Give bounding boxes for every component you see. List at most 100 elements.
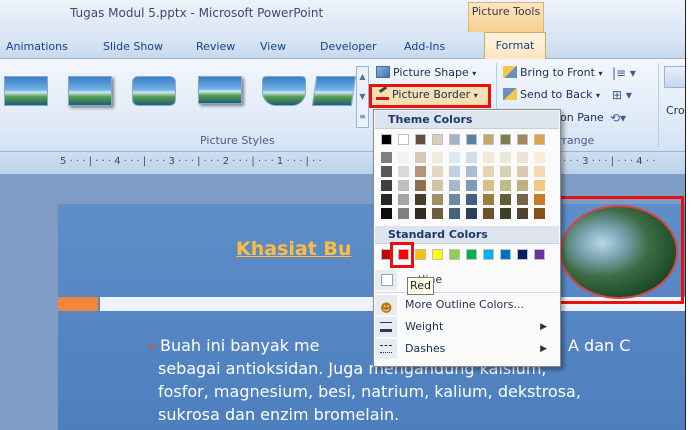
theme-shade-swatch[interactable] bbox=[398, 152, 409, 163]
theme-shade-swatch[interactable] bbox=[432, 166, 443, 177]
bring-to-front-button[interactable]: Bring to Front ▾ bbox=[503, 66, 602, 79]
weight-item[interactable]: Weight ▶ bbox=[375, 317, 559, 337]
theme-shade-swatch[interactable] bbox=[381, 152, 392, 163]
theme-shade-swatch[interactable] bbox=[483, 208, 494, 219]
theme-shade-swatch[interactable] bbox=[381, 180, 392, 191]
theme-shade-swatch[interactable] bbox=[466, 180, 477, 191]
chevron-up-icon[interactable]: ▲ bbox=[357, 67, 368, 87]
standard-color-swatch[interactable] bbox=[449, 249, 460, 260]
theme-shade-swatch[interactable] bbox=[432, 180, 443, 191]
tab-format[interactable]: Format bbox=[484, 32, 546, 59]
theme-shade-swatch[interactable] bbox=[466, 208, 477, 219]
theme-shade-swatch[interactable] bbox=[534, 208, 545, 219]
group-icon[interactable]: ⊞ ▾ bbox=[612, 88, 632, 102]
theme-shade-swatch[interactable] bbox=[415, 208, 426, 219]
theme-shade-swatch[interactable] bbox=[500, 180, 511, 191]
picture-style-thumb-5[interactable] bbox=[262, 76, 306, 106]
theme-shade-swatch[interactable] bbox=[466, 166, 477, 177]
gallery-more-icon[interactable]: ≡ bbox=[357, 107, 368, 127]
slide-title[interactable]: Khasiat Bu bbox=[236, 238, 351, 260]
standard-color-swatch[interactable] bbox=[517, 249, 528, 260]
standard-color-swatch[interactable] bbox=[483, 249, 494, 260]
theme-shade-swatch[interactable] bbox=[534, 166, 545, 177]
tab-slide-show[interactable]: Slide Show bbox=[103, 40, 163, 53]
theme-shade-swatch[interactable] bbox=[449, 166, 460, 177]
more-outline-colors-item[interactable]: ☻ More Outline Colors... bbox=[375, 295, 559, 315]
standard-color-swatch[interactable] bbox=[466, 249, 477, 260]
chevron-down-icon[interactable]: ▼ bbox=[357, 87, 368, 107]
theme-shade-swatch[interactable] bbox=[517, 208, 528, 219]
theme-shade-swatch[interactable] bbox=[517, 194, 528, 205]
picture-border-button[interactable]: Picture Border ▾ bbox=[376, 85, 478, 101]
theme-shade-swatch[interactable] bbox=[381, 166, 392, 177]
picture-style-thumb-3[interactable] bbox=[132, 76, 176, 106]
theme-shade-swatch[interactable] bbox=[534, 194, 545, 205]
align-icon[interactable]: |≡ ▾ bbox=[612, 66, 636, 80]
crop-button[interactable]: Cro bbox=[666, 104, 685, 117]
no-outline-item[interactable]: utline bbox=[375, 270, 559, 290]
theme-shade-swatch[interactable] bbox=[415, 194, 426, 205]
theme-color-swatch[interactable] bbox=[466, 134, 477, 145]
theme-color-swatch[interactable] bbox=[534, 134, 545, 145]
tab-animations[interactable]: Animations bbox=[6, 40, 68, 53]
crop-icon[interactable] bbox=[664, 66, 686, 88]
selection-pane-button[interactable]: on Pane bbox=[560, 111, 604, 124]
slide-body-line-1[interactable]: Buah ini banyak me bbox=[160, 336, 319, 355]
standard-color-swatch[interactable] bbox=[432, 249, 443, 260]
theme-shade-swatch[interactable] bbox=[398, 180, 409, 191]
theme-shade-swatch[interactable] bbox=[466, 152, 477, 163]
theme-shade-swatch[interactable] bbox=[466, 194, 477, 205]
theme-shade-swatch[interactable] bbox=[517, 166, 528, 177]
slide-body-line-3[interactable]: fosfor, magnesium, besi, natrium, kalium… bbox=[158, 382, 581, 401]
slide-body-line-4[interactable]: sukrosa dan enzim bromelain. bbox=[158, 405, 399, 424]
standard-color-swatch[interactable] bbox=[500, 249, 511, 260]
theme-shade-swatch[interactable] bbox=[415, 152, 426, 163]
theme-color-swatch[interactable] bbox=[483, 134, 494, 145]
send-to-back-button[interactable]: Send to Back ▾ bbox=[503, 88, 600, 101]
tab-review[interactable]: Review bbox=[196, 40, 235, 53]
tab-view[interactable]: View bbox=[260, 40, 286, 53]
theme-color-swatch[interactable] bbox=[415, 134, 426, 145]
picture-style-thumb-2[interactable] bbox=[68, 76, 112, 106]
theme-color-swatch[interactable] bbox=[432, 134, 443, 145]
theme-shade-swatch[interactable] bbox=[432, 208, 443, 219]
theme-color-swatch[interactable] bbox=[517, 134, 528, 145]
theme-shade-swatch[interactable] bbox=[500, 194, 511, 205]
rotate-icon[interactable]: ⟲▾ bbox=[610, 111, 626, 125]
theme-shade-swatch[interactable] bbox=[432, 152, 443, 163]
theme-shade-swatch[interactable] bbox=[432, 194, 443, 205]
theme-shade-swatch[interactable] bbox=[517, 152, 528, 163]
theme-color-swatch[interactable] bbox=[449, 134, 460, 145]
theme-shade-swatch[interactable] bbox=[381, 194, 392, 205]
tab-developer[interactable]: Developer bbox=[320, 40, 377, 53]
theme-shade-swatch[interactable] bbox=[398, 208, 409, 219]
theme-color-swatch[interactable] bbox=[500, 134, 511, 145]
theme-shade-swatch[interactable] bbox=[517, 180, 528, 191]
theme-shade-swatch[interactable] bbox=[500, 152, 511, 163]
picture-style-thumb-1[interactable] bbox=[4, 76, 48, 106]
theme-shade-swatch[interactable] bbox=[483, 180, 494, 191]
picture-style-thumb-4[interactable] bbox=[198, 76, 242, 104]
theme-color-swatch[interactable] bbox=[381, 134, 392, 145]
theme-shade-swatch[interactable] bbox=[500, 208, 511, 219]
theme-color-swatch[interactable] bbox=[398, 134, 409, 145]
theme-shade-swatch[interactable] bbox=[449, 152, 460, 163]
theme-shade-swatch[interactable] bbox=[398, 166, 409, 177]
standard-color-swatch[interactable] bbox=[415, 249, 426, 260]
tab-add-ins[interactable]: Add-Ins bbox=[404, 40, 445, 53]
theme-shade-swatch[interactable] bbox=[483, 152, 494, 163]
theme-shade-swatch[interactable] bbox=[500, 166, 511, 177]
theme-shade-swatch[interactable] bbox=[381, 208, 392, 219]
theme-shade-swatch[interactable] bbox=[449, 180, 460, 191]
slide-body-line-1-end[interactable]: A dan C bbox=[568, 336, 630, 355]
theme-shade-swatch[interactable] bbox=[449, 208, 460, 219]
theme-shade-swatch[interactable] bbox=[483, 194, 494, 205]
theme-shade-swatch[interactable] bbox=[483, 166, 494, 177]
theme-shade-swatch[interactable] bbox=[398, 194, 409, 205]
gallery-scroll[interactable]: ▲ ▼ ≡ bbox=[356, 66, 369, 128]
dashes-item[interactable]: Dashes ▶ bbox=[375, 339, 559, 359]
theme-shade-swatch[interactable] bbox=[415, 180, 426, 191]
theme-shade-swatch[interactable] bbox=[534, 152, 545, 163]
theme-shade-swatch[interactable] bbox=[534, 180, 545, 191]
theme-shade-swatch[interactable] bbox=[415, 166, 426, 177]
